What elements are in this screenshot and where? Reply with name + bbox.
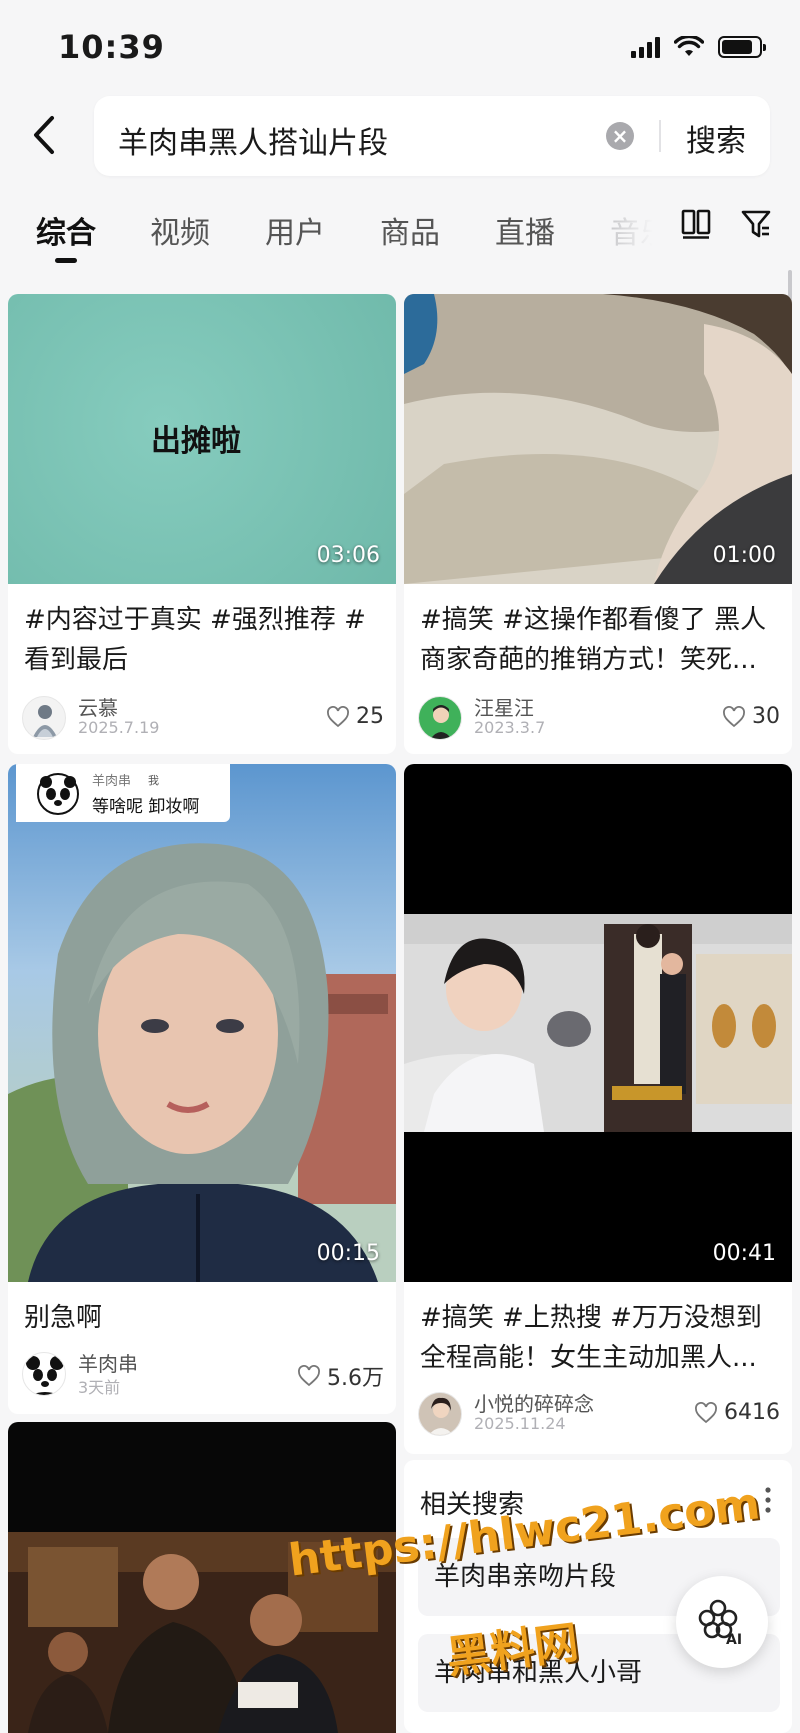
video-thumbnail[interactable]: 出摊啦 03:06 [8,294,396,584]
like-count[interactable]: 30 [722,704,780,729]
avatar[interactable] [22,1352,66,1396]
post-date: 2023.3.7 [474,718,546,737]
video-thumbnail[interactable]: 羊肉串 我 等啥呢 卸妆啊 00:15 [8,764,396,1282]
related-searches-title: 相关搜索 [420,1490,525,1520]
search-bar[interactable]: 羊肉串黑人搭讪片段 × 搜索 [94,96,770,176]
video-duration: 01:00 [712,543,776,568]
filter-icon[interactable] [740,208,772,240]
video-title[interactable]: #内容过于真实 #强烈推荐 #看到最后 [24,600,380,680]
avatar[interactable] [22,696,66,740]
author-name[interactable]: 羊肉串 [78,1348,138,1377]
video-duration: 00:15 [316,1241,380,1266]
video-title[interactable]: #搞笑 #上热搜 #万万没想到 全程高能！女生主动加黑人... [420,1298,776,1378]
video-card[interactable]: 出摊啦 03:06 #内容过于真实 #强烈推荐 #看到最后 云慕 2025.7.… [8,294,396,754]
tab-video[interactable]: 视频 [150,208,210,252]
tab-music[interactable]: 音乐 [610,208,670,252]
panda-avatar-icon [26,1356,64,1395]
avatar-image [419,1393,461,1435]
author-name[interactable]: 小悦的碎碎念 [474,1388,594,1417]
tab-live[interactable]: 直播 [495,208,555,252]
ai-label: AI [726,1632,742,1648]
status-bar: 10:39 [0,0,800,92]
overlay-author: 羊肉串 [92,774,132,789]
like-count-value: 5.6万 [327,1366,384,1391]
like-count-value: 30 [752,704,780,729]
status-time: 10:39 [58,28,165,66]
like-count[interactable]: 25 [326,704,384,729]
thumbnail-image [8,1532,396,1733]
thumbnail-image [8,843,396,1282]
post-date: 2025.11.24 [474,1414,566,1433]
avatar-image [430,705,452,739]
video-card[interactable]: 01:00 #搞笑 #这操作都看傻了 黑人商家奇葩的推销方式！笑死... 汪星汪… [404,294,792,754]
tab-products[interactable]: 商品 [380,208,440,252]
post-date: 3天前 [78,1378,121,1397]
clear-search-button[interactable]: × [606,122,634,150]
heart-icon [695,1401,717,1423]
ai-assistant-button[interactable]: AI [676,1576,768,1668]
video-card[interactable]: 00:41 #搞笑 #上热搜 #万万没想到 全程高能！女生主动加黑人... 小悦… [404,764,792,1454]
overlay-tag: 我 [148,774,159,787]
thumbnail-image [404,914,792,1132]
search-divider [659,120,661,152]
video-title[interactable]: 别急啊 [24,1298,380,1338]
tab-users[interactable]: 用户 [265,208,325,252]
avatar-image [33,705,57,737]
video-thumbnail[interactable]: 00:41 [404,764,792,1282]
cellular-signal-icon [631,36,660,58]
video-thumbnail[interactable] [8,1422,396,1733]
thumbnail-image [404,294,792,584]
overlay-caption: 等啥呢 卸妆啊 [92,797,200,817]
more-options-icon[interactable] [764,1486,772,1514]
author-name[interactable]: 汪星汪 [474,692,534,721]
active-tab-indicator [55,258,77,263]
thumbnail-text: 出摊啦 [151,424,241,459]
avatar[interactable] [418,1392,462,1436]
author-name[interactable]: 云慕 [78,692,118,721]
avatar[interactable] [418,696,462,740]
video-card[interactable] [8,1422,396,1733]
panda-avatar-icon [37,773,79,815]
video-meta: 云慕 2025.7.19 25 [22,692,384,742]
ai-flower-icon: AI [698,1599,742,1648]
video-duration: 03:06 [316,543,380,568]
tab-all[interactable]: 综合 [36,208,96,252]
wifi-icon [674,36,704,56]
video-thumbnail[interactable]: 01:00 [404,294,792,584]
battery-icon [718,36,766,58]
video-title[interactable]: #搞笑 #这操作都看傻了 黑人商家奇葩的推销方式！笑死... [420,600,776,680]
video-meta: 羊肉串 3天前 5.6万 [22,1348,384,1398]
search-button[interactable]: 搜索 [686,116,746,160]
heart-icon [298,1365,320,1387]
like-count-value: 25 [356,704,384,729]
comment-overlay: 羊肉串 我 等啥呢 卸妆啊 [16,764,230,822]
heart-icon [327,705,349,727]
video-meta: 小悦的碎碎念 2025.11.24 6416 [418,1388,780,1438]
video-card[interactable]: 羊肉串 我 等啥呢 卸妆啊 00:15 别急啊 羊肉串 3天前 5.6万 [8,764,396,1414]
dual-column-layout-icon[interactable] [680,208,712,240]
heart-icon [723,705,745,727]
like-count[interactable]: 5.6万 [297,1360,384,1392]
status-icons [631,36,766,58]
post-date: 2025.7.19 [78,718,160,737]
like-count[interactable]: 6416 [694,1400,780,1425]
video-duration: 00:41 [712,1241,776,1266]
close-icon: × [611,124,629,148]
chevron-left-icon [34,116,54,154]
video-meta: 汪星汪 2023.3.7 30 [418,692,780,742]
like-count-value: 6416 [724,1400,780,1425]
search-input[interactable]: 羊肉串黑人搭讪片段 [118,118,388,162]
back-button[interactable] [24,110,64,160]
